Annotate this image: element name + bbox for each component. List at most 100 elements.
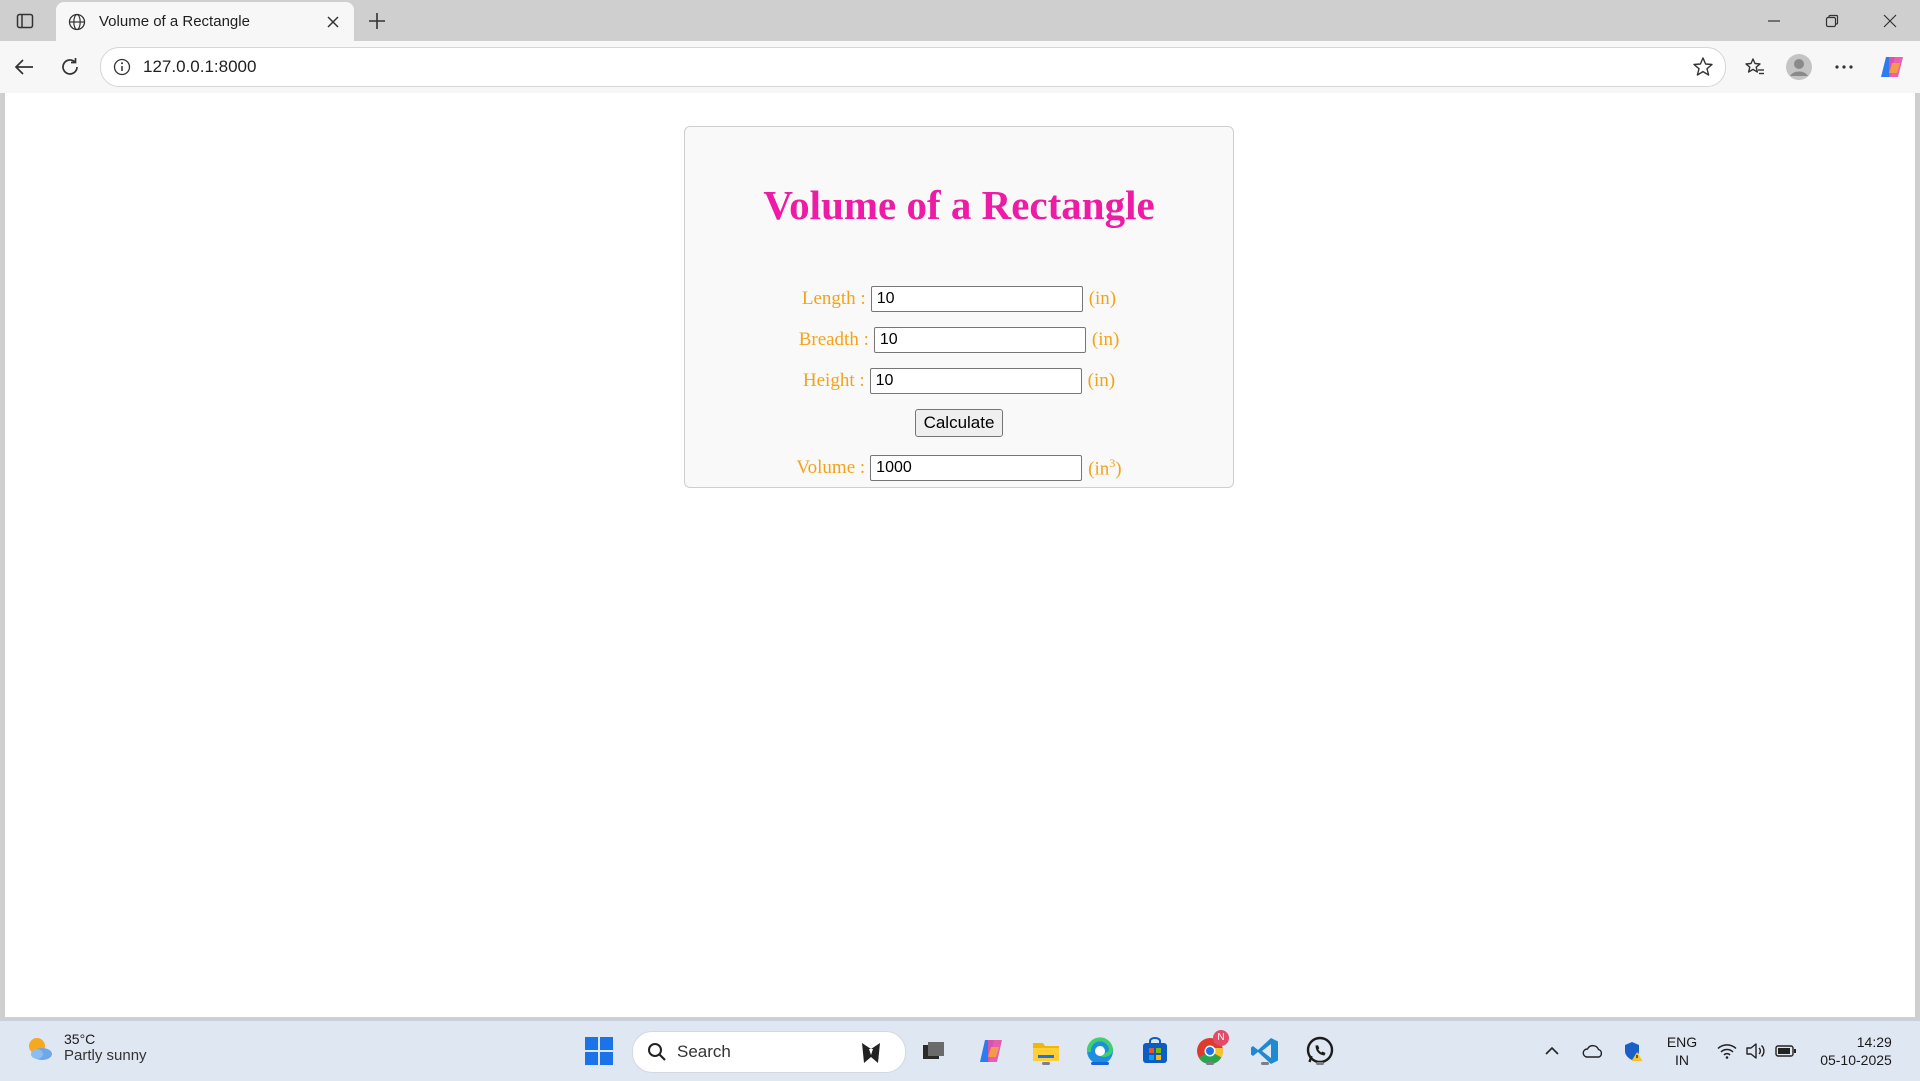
minimize-button[interactable] [1745, 0, 1803, 41]
file-explorer-button[interactable] [1027, 1032, 1065, 1070]
shield-warning-icon [1625, 1042, 1643, 1061]
volume-icon [1746, 1043, 1765, 1059]
page-content: Volume of a Rectangle Length : (in) Brea… [5, 93, 1915, 1017]
search-highlight-icon [855, 1036, 887, 1068]
clock-button[interactable]: 14:29 05-10-2025 [1808, 1021, 1904, 1081]
tab-strip: Volume of a Rectangle [0, 0, 1920, 41]
volume-unit: (in3) [1088, 456, 1121, 480]
security-button[interactable] [1620, 1021, 1646, 1081]
clock-date: 05-10-2025 [1820, 1052, 1892, 1068]
chevron-up-icon [1545, 1046, 1559, 1055]
reload-icon [62, 58, 78, 75]
plus-icon [369, 13, 385, 29]
url-text[interactable]: 127.0.0.1:8000 [143, 57, 256, 77]
copilot-taskbar-button[interactable] [972, 1032, 1010, 1070]
minimize-icon [1768, 19, 1780, 22]
chrome-profile-badge: N [1213, 1030, 1229, 1046]
restore-icon [1825, 14, 1839, 27]
active-indicator [1091, 1062, 1109, 1065]
running-indicator [1206, 1062, 1214, 1065]
height-unit: (in) [1087, 370, 1116, 391]
breadth-row: Breadth : (in) [685, 327, 1233, 353]
calculate-button[interactable]: Calculate [914, 409, 1004, 437]
wifi-icon [1717, 1044, 1737, 1059]
more-menu-button[interactable] [1828, 51, 1860, 83]
close-icon [1883, 14, 1897, 27]
running-indicator [1316, 1062, 1324, 1065]
language-indicator[interactable]: ENG IN [1660, 1021, 1704, 1081]
task-view-button[interactable] [914, 1032, 952, 1070]
browser-window: Volume of a Rectangle 127.0.0.1:8000 Vol… [0, 0, 1920, 1081]
calculator-card: Volume of a Rectangle Length : (in) Brea… [684, 126, 1234, 488]
height-row: Height : (in) [685, 368, 1233, 394]
weather-widget[interactable]: 35°C Partly sunny [24, 1031, 147, 1064]
globe-icon [65, 10, 89, 34]
favorites-icon [1745, 58, 1764, 75]
partly-sunny-icon [29, 1037, 52, 1060]
height-input[interactable] [869, 368, 1082, 394]
volume-unit-suffix: ) [1115, 458, 1122, 480]
region-code: IN [1675, 1052, 1689, 1068]
restore-button[interactable] [1803, 0, 1861, 41]
search-placeholder: Search [677, 1042, 731, 1061]
running-indicator [1261, 1062, 1269, 1065]
windows-start-icon [585, 1037, 613, 1065]
tab-actions-button[interactable] [10, 8, 40, 34]
vscode-button[interactable] [1246, 1032, 1284, 1070]
running-indicator [1042, 1062, 1050, 1065]
taskbar-search[interactable]: Search [632, 1031, 906, 1073]
volume-unit-prefix: (in [1088, 458, 1110, 480]
back-button[interactable] [8, 51, 40, 83]
tab-actions-icon [16, 13, 34, 29]
tab-active[interactable]: Volume of a Rectangle [56, 2, 354, 41]
profile-button[interactable] [1783, 51, 1815, 83]
start-button[interactable] [580, 1032, 618, 1070]
chrome-button[interactable]: N [1191, 1030, 1229, 1070]
cloud-icon [1582, 1044, 1603, 1058]
address-bar[interactable]: 127.0.0.1:8000 [100, 47, 1726, 87]
reload-button[interactable] [54, 51, 86, 83]
breadth-unit: (in) [1091, 329, 1120, 350]
taskbar: 35°C Partly sunny Search N ENG IN 14:29 … [0, 1020, 1920, 1081]
tab-title: Volume of a Rectangle [99, 13, 250, 30]
ellipsis-icon [1835, 65, 1853, 69]
store-button[interactable] [1136, 1032, 1174, 1070]
onedrive-button[interactable] [1580, 1021, 1606, 1081]
new-tab-button[interactable] [362, 6, 392, 36]
volume-row: Volume : (in3) [685, 455, 1233, 481]
calculate-row: Calculate [685, 409, 1233, 437]
volume-output[interactable] [870, 455, 1083, 481]
avatar [1786, 54, 1812, 80]
search-icon [645, 1040, 669, 1064]
weather-temperature: 35°C [64, 1031, 96, 1047]
store-icon [1143, 1037, 1167, 1063]
edge-button[interactable] [1081, 1032, 1119, 1070]
favorite-star-icon[interactable] [1691, 55, 1715, 79]
show-hidden-icons-button[interactable] [1540, 1021, 1564, 1081]
copilot-icon [980, 1040, 1002, 1062]
whatsapp-button[interactable] [1301, 1032, 1339, 1070]
browser-toolbar: 127.0.0.1:8000 [0, 41, 1920, 93]
language-code: ENG [1666, 1034, 1698, 1050]
length-label: Length : [801, 288, 866, 309]
copilot-button[interactable] [1876, 51, 1908, 83]
length-unit: (in) [1088, 288, 1117, 309]
height-label: Height : [802, 370, 865, 391]
breadth-label: Breadth : [798, 329, 869, 350]
quick-settings-button[interactable] [1714, 1021, 1800, 1081]
site-info-icon[interactable] [111, 56, 133, 78]
close-window-button[interactable] [1861, 0, 1919, 41]
task-view-icon [923, 1042, 944, 1059]
volume-label: Volume : [796, 457, 866, 478]
weather-description: Partly sunny [64, 1047, 147, 1064]
battery-icon [1775, 1045, 1796, 1057]
length-row: Length : (in) [685, 286, 1233, 312]
page-title: Volume of a Rectangle [763, 182, 1155, 228]
tab-close-icon[interactable] [320, 9, 346, 35]
breadth-input[interactable] [873, 327, 1086, 353]
length-input[interactable] [870, 286, 1083, 312]
back-arrow-icon [14, 59, 33, 75]
clock-time: 14:29 [1856, 1034, 1892, 1050]
copilot-icon [1881, 57, 1903, 77]
favorites-button[interactable] [1739, 51, 1771, 83]
